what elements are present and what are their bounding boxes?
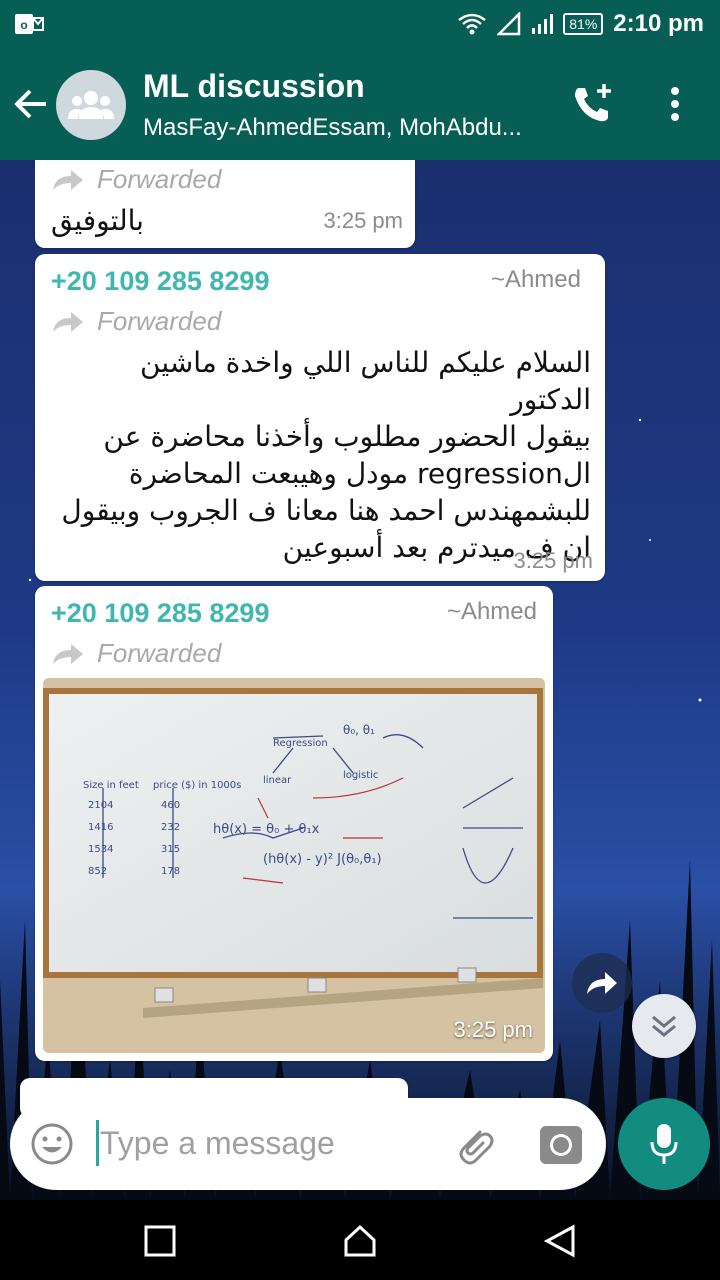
battery-indicator: 81% xyxy=(563,13,604,35)
svg-text:178: 178 xyxy=(161,866,180,877)
double-chevron-down-icon xyxy=(652,1015,676,1037)
attach-icon[interactable] xyxy=(450,1120,498,1168)
message-text: السلام عليكم للناس اللي واخدة ماشين الدك… xyxy=(51,344,591,566)
svg-text:Regression: Regression xyxy=(273,738,328,749)
emoji-icon[interactable] xyxy=(30,1122,74,1166)
group-icon xyxy=(68,91,114,119)
forwarded-label: Forwarded xyxy=(97,306,222,336)
group-avatar[interactable] xyxy=(56,70,126,140)
message-line: السلام عليكم للناس اللي واخدة ماشين الدك… xyxy=(140,346,591,416)
chat-participants[interactable]: MasFay-AhmedEssam, MohAbdu... xyxy=(143,114,543,142)
svg-text:315: 315 xyxy=(161,844,180,855)
outlook-notification-icon: o xyxy=(15,14,44,34)
svg-text:θ₀, θ₁: θ₀, θ₁ xyxy=(343,723,375,737)
recents-icon[interactable] xyxy=(143,1224,177,1258)
status-bar: o 81% 2:10 pm xyxy=(0,0,720,48)
share-arrow-icon xyxy=(587,972,617,994)
text-cursor xyxy=(96,1120,99,1166)
microphone-icon xyxy=(650,1124,678,1164)
status-time: 2:10 pm xyxy=(613,10,704,37)
message-image[interactable]: Regression linear logistic Size in feet … xyxy=(43,678,545,1053)
svg-text:2104: 2104 xyxy=(88,800,113,811)
whiteboard-photo: Regression linear logistic Size in feet … xyxy=(43,678,545,1053)
message-input[interactable]: Type a message xyxy=(100,1125,335,1162)
forward-arrow-icon xyxy=(53,169,83,190)
svg-text:price ($) in 1000s: price ($) in 1000s xyxy=(153,780,241,791)
chat-title[interactable]: ML discussion xyxy=(143,68,365,105)
svg-text:o: o xyxy=(20,18,27,32)
message-bubble[interactable]: Forwarded بالتوفيق 3:25 pm xyxy=(35,160,415,248)
scroll-to-bottom-button[interactable] xyxy=(632,994,696,1058)
voice-message-button[interactable] xyxy=(618,1098,710,1190)
svg-text:hθ(x) = θ₀ + θ₁x: hθ(x) = θ₀ + θ₁x xyxy=(213,822,320,837)
svg-text:232: 232 xyxy=(161,822,180,833)
message-text: بالتوفيق xyxy=(51,204,144,237)
forwarded-label: Forwarded xyxy=(97,638,222,668)
camera-icon[interactable] xyxy=(538,1122,584,1166)
message-time: 3:25 pm xyxy=(323,208,404,233)
forwarded-label: Forwarded xyxy=(97,164,222,194)
back-nav-icon[interactable] xyxy=(543,1224,577,1258)
message-time: 3:25 pm xyxy=(453,1017,534,1042)
chat-area[interactable]: Forwarded بالتوفيق 3:25 pm +20 109 285 8… xyxy=(0,160,720,1200)
more-options-icon[interactable] xyxy=(660,84,690,124)
message-composer[interactable]: Type a message xyxy=(10,1098,606,1190)
system-nav-bar xyxy=(0,1200,720,1280)
back-arrow-icon[interactable] xyxy=(12,84,52,124)
sender-name: ~Ahmed xyxy=(446,598,537,625)
svg-text:460: 460 xyxy=(161,800,180,811)
signal-empty-icon xyxy=(497,12,521,36)
svg-text:1416: 1416 xyxy=(88,822,113,833)
message-time: 3:25 pm xyxy=(513,548,594,573)
sender-phone[interactable]: +20 109 285 8299 xyxy=(51,598,269,629)
svg-text:logistic: logistic xyxy=(343,770,378,781)
add-call-icon[interactable] xyxy=(570,82,614,126)
forwarded-indicator: Forwarded xyxy=(51,164,221,195)
message-line: ان ف ميدترم بعد أسبوعين xyxy=(282,531,591,564)
forwarded-indicator: Forwarded xyxy=(51,306,221,337)
forward-arrow-icon xyxy=(53,311,83,332)
message-bubble[interactable]: +20 109 285 8299 ~Ahmed Forwarded السلام… xyxy=(35,254,605,581)
home-icon[interactable] xyxy=(343,1224,377,1258)
forward-arrow-icon xyxy=(53,643,83,664)
wifi-icon xyxy=(458,13,487,35)
svg-text:852: 852 xyxy=(88,866,107,877)
sender-phone[interactable]: +20 109 285 8299 xyxy=(51,266,269,297)
svg-text:1534: 1534 xyxy=(88,844,113,855)
message-line: بيقول الحضور مطلوب وأخذنا محاضرة عن xyxy=(103,420,591,453)
message-line: للبشمهندس احمد هنا معانا ف الجروب وبيقول xyxy=(61,494,591,527)
svg-text:linear: linear xyxy=(263,775,292,786)
chat-header: ML discussion MasFay-AhmedEssam, MohAbdu… xyxy=(0,48,720,160)
sender-name: ~Ahmed xyxy=(490,266,581,293)
signal-bars-icon xyxy=(532,14,554,34)
svg-text:(hθ(x) - y)² J(θ₀,θ₁): (hθ(x) - y)² J(θ₀,θ₁) xyxy=(263,852,382,867)
message-bubble[interactable]: +20 109 285 8299 ~Ahmed Forwarded Regres… xyxy=(35,586,553,1061)
forwarded-indicator: Forwarded xyxy=(51,638,221,669)
message-line: الregression مودل وهيبعت المحاضرة xyxy=(128,457,591,490)
svg-text:Size in feet: Size in feet xyxy=(83,780,139,791)
forward-message-button[interactable] xyxy=(572,953,632,1013)
